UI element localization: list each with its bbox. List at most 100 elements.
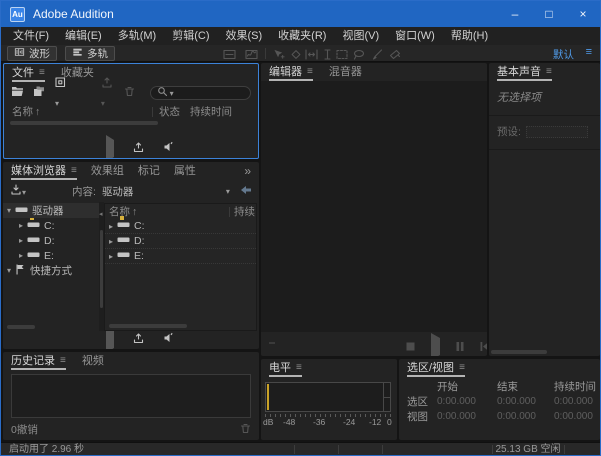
panel-menu-icon[interactable]: ≡ <box>459 360 465 376</box>
menu-favorites[interactable]: 收藏夹(R) <box>270 27 334 45</box>
tab-selection-view[interactable]: 选区/视图 ≡ <box>407 359 465 377</box>
chevron-expanded-icon[interactable]: ▾ <box>7 206 11 215</box>
selection-end[interactable]: 0:00.000 <box>497 396 554 407</box>
panel-menu-icon[interactable]: ≡ <box>71 163 77 179</box>
chevron-collapsed-icon[interactable]: ▸ <box>109 222 113 231</box>
skip-to-start-icon <box>480 338 487 356</box>
tab-overflow-icon[interactable]: » <box>244 164 251 178</box>
tab-essential-sound[interactable]: 基本声音 ≡ <box>497 63 552 81</box>
close-button[interactable]: × <box>566 1 600 27</box>
chevron-down-icon: ▾ <box>225 186 230 196</box>
files-hscrollbar[interactable] <box>10 121 158 125</box>
view-duration[interactable]: 0:00.000 <box>554 411 600 422</box>
pause-icon <box>456 338 464 356</box>
drop-to-editor-icon[interactable] <box>132 140 145 158</box>
media-row-drive-d[interactable]: ▸ D: <box>105 234 256 249</box>
column-separator[interactable] <box>152 106 153 117</box>
view-start[interactable]: 0:00.000 <box>437 411 497 422</box>
open-file-icon[interactable] <box>11 84 24 102</box>
drive-icon <box>15 205 28 217</box>
preview-play-icon <box>106 326 114 349</box>
files-col-status[interactable]: 状态 <box>159 104 180 119</box>
column-separator[interactable] <box>229 206 230 217</box>
waveform-view-button[interactable]: 波形 <box>7 46 57 61</box>
tab-effects-rack[interactable]: 效果组 <box>91 162 124 180</box>
drop-to-editor-icon[interactable] <box>132 331 145 349</box>
tab-media-browser[interactable]: 媒体浏览器 ≡ <box>11 162 77 180</box>
tab-history[interactable]: 历史记录 ≡ <box>11 352 66 370</box>
maximize-button[interactable]: □ <box>532 1 566 27</box>
menu-clip[interactable]: 剪辑(C) <box>164 27 217 45</box>
selection-view-table: 开始 结束 持续时间 选区 0:00.000 0:00.000 0:00.000… <box>399 377 600 424</box>
multitrack-view-button[interactable]: 多轨 <box>65 46 115 61</box>
files-col-name[interactable]: 名称 <box>12 104 33 119</box>
audition-logo-icon: Au <box>10 6 25 22</box>
files-col-duration[interactable]: 持续时间 <box>190 104 232 119</box>
tree-item-drives[interactable]: ▾ 驱动器 <box>3 203 99 218</box>
chevron-collapsed-icon[interactable]: ▸ <box>109 237 113 246</box>
speaker-icon[interactable] <box>163 140 176 158</box>
status-separator <box>382 445 383 454</box>
panel-menu-icon[interactable]: ≡ <box>296 360 302 376</box>
menu-effects[interactable]: 效果(S) <box>218 27 271 45</box>
files-list-empty <box>4 119 258 140</box>
panel-menu-icon[interactable]: ≡ <box>307 64 313 80</box>
workspace-selector[interactable]: 默认 <box>553 47 574 62</box>
import-files-icon[interactable] <box>33 84 46 102</box>
speaker-icon[interactable] <box>163 331 176 349</box>
panel-menu-icon[interactable]: ≡ <box>39 65 45 81</box>
meter-min-indicator <box>267 384 269 410</box>
chevron-collapsed-icon[interactable]: ▸ <box>19 221 23 230</box>
tab-mixer[interactable]: 混音器 <box>329 63 362 81</box>
media-col-duration[interactable]: 持续 <box>234 204 255 219</box>
tree-item-drive-c[interactable]: ▸ C: <box>3 218 99 233</box>
status-separator <box>564 445 565 454</box>
essential-hscrollbar[interactable] <box>491 350 547 354</box>
tab-video[interactable]: 视频 <box>82 352 104 370</box>
no-selection-label: 无选择项 <box>489 81 600 116</box>
menu-view[interactable]: 视图(V) <box>334 27 387 45</box>
tab-levels[interactable]: 电平 ≡ <box>269 359 302 377</box>
import-media-icon[interactable]: ▾ <box>10 184 26 198</box>
selection-start[interactable]: 0:00.000 <box>437 396 497 407</box>
workspace-menu-icon[interactable]: ≡ <box>586 46 592 58</box>
drive-icon <box>117 216 130 232</box>
tree-item-drive-e[interactable]: ▸ E: <box>3 248 99 263</box>
tree-hscrollbar[interactable] <box>7 325 35 329</box>
panel-menu-icon[interactable]: ≡ <box>60 353 66 369</box>
system-drive-mark <box>120 216 125 220</box>
splitter-collapse-icon[interactable]: ◂ <box>99 210 103 218</box>
zoom-handle[interactable] <box>269 342 275 344</box>
panel-menu-icon[interactable]: ≡ <box>546 64 552 80</box>
menu-help[interactable]: 帮助(H) <box>443 27 496 45</box>
menu-file[interactable]: 文件(F) <box>5 27 57 45</box>
chevron-collapsed-icon[interactable]: ▸ <box>109 252 113 261</box>
media-row-drive-e[interactable]: ▸ E: <box>105 249 256 264</box>
files-panel: 文件 ≡ 收藏夹 ▾ ▾ ▾ 名称 ↑ 状态 持续时间 <box>3 63 259 159</box>
menu-edit[interactable]: 编辑(E) <box>57 27 110 45</box>
list-hscrollbar[interactable] <box>109 324 187 328</box>
minimize-button[interactable]: – <box>498 1 532 27</box>
content-dropdown[interactable]: 驱动器 ▾ <box>102 184 230 199</box>
menu-multitrack[interactable]: 多轨(M) <box>110 27 165 45</box>
search-input[interactable]: ▾ <box>149 86 251 100</box>
play-icon <box>431 333 440 356</box>
tab-markers[interactable]: 标记 <box>138 162 160 180</box>
tree-item-drive-d[interactable]: ▸ D: <box>3 233 99 248</box>
menu-window[interactable]: 窗口(W) <box>387 27 443 45</box>
view-end[interactable]: 0:00.000 <box>497 411 554 422</box>
selection-duration[interactable]: 0:00.000 <box>554 396 600 407</box>
trash-icon <box>240 423 251 437</box>
preset-dropdown <box>525 125 588 138</box>
chevron-collapsed-icon[interactable]: ▸ <box>19 236 23 245</box>
chevron-collapsed-icon[interactable]: ▸ <box>19 251 23 260</box>
scale-0: 0 <box>387 417 392 427</box>
chevron-expanded-icon[interactable]: ▾ <box>7 266 11 275</box>
tab-editor[interactable]: 编辑器 ≡ <box>269 63 313 81</box>
tab-files[interactable]: 文件 ≡ <box>12 64 45 82</box>
tab-properties[interactable]: 属性 <box>174 162 196 180</box>
media-row-drive-c[interactable]: ▸ C: <box>105 216 256 234</box>
preset-label: 预设: <box>497 126 521 138</box>
row-label: 视图 <box>407 411 428 423</box>
tree-item-shortcuts[interactable]: ▾ 快捷方式 <box>3 263 99 278</box>
